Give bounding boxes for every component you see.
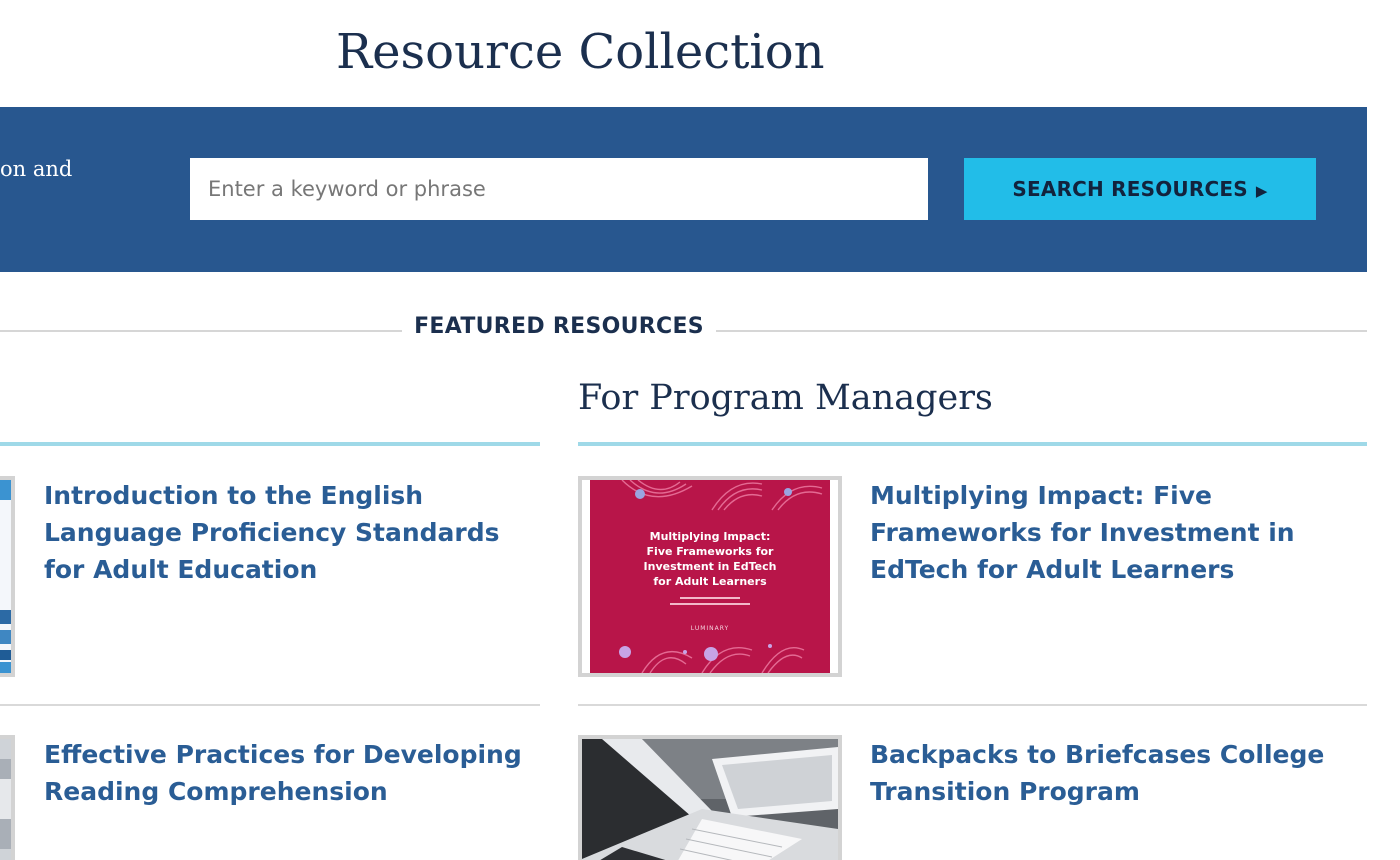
- featured-divider-left: [0, 330, 402, 332]
- search-band: on and SEARCH RESOURCES ▶: [0, 107, 1367, 272]
- page-title: Resource Collection: [336, 24, 825, 80]
- standards-cover-thumbnail[interactable]: [0, 476, 15, 677]
- search-button-label: SEARCH RESOURCES: [1012, 177, 1248, 201]
- column-rule-left: [0, 442, 540, 446]
- cover-title-line-2: Five Frameworks for: [647, 545, 775, 558]
- column-rule-right: [578, 442, 1367, 446]
- cover-title-line-3: Investment in EdTech: [644, 560, 777, 573]
- featured-resources-label: FEATURED RESOURCES: [414, 314, 704, 339]
- laptop-photo-thumbnail[interactable]: [578, 735, 842, 860]
- cover-title-line-4: for Adult Learners: [653, 575, 767, 588]
- reading-cover-thumbnail[interactable]: [0, 735, 15, 860]
- report-cover-thumbnail[interactable]: Multiplying Impact: Five Frameworks for …: [578, 476, 842, 677]
- search-intro-text: on and: [0, 157, 73, 181]
- cover-publisher-name: LUMINARY: [691, 625, 729, 632]
- resource-collection-page: Resource Collection on and SEARCH RESOUR…: [0, 0, 1400, 860]
- resource-title-reading-comprehension[interactable]: Effective Practices for Developing Readi…: [44, 736, 534, 810]
- column-heading-program-managers: For Program Managers: [578, 378, 993, 418]
- resource-title-elp-standards[interactable]: Introduction to the English Language Pro…: [44, 477, 534, 588]
- cover-title-line-1: Multiplying Impact:: [650, 530, 771, 543]
- row-divider-left: [0, 704, 540, 706]
- play-arrow-icon: ▶: [1255, 182, 1268, 200]
- resource-title-multiplying-impact[interactable]: Multiplying Impact: Five Frameworks for …: [870, 477, 1364, 588]
- search-resources-button[interactable]: SEARCH RESOURCES ▶: [964, 158, 1316, 220]
- resource-title-backpacks-to-briefcases[interactable]: Backpacks to Briefcases College Transiti…: [870, 736, 1364, 810]
- search-input[interactable]: [190, 158, 928, 220]
- row-divider-right: [578, 704, 1367, 706]
- featured-divider-right: [716, 330, 1367, 332]
